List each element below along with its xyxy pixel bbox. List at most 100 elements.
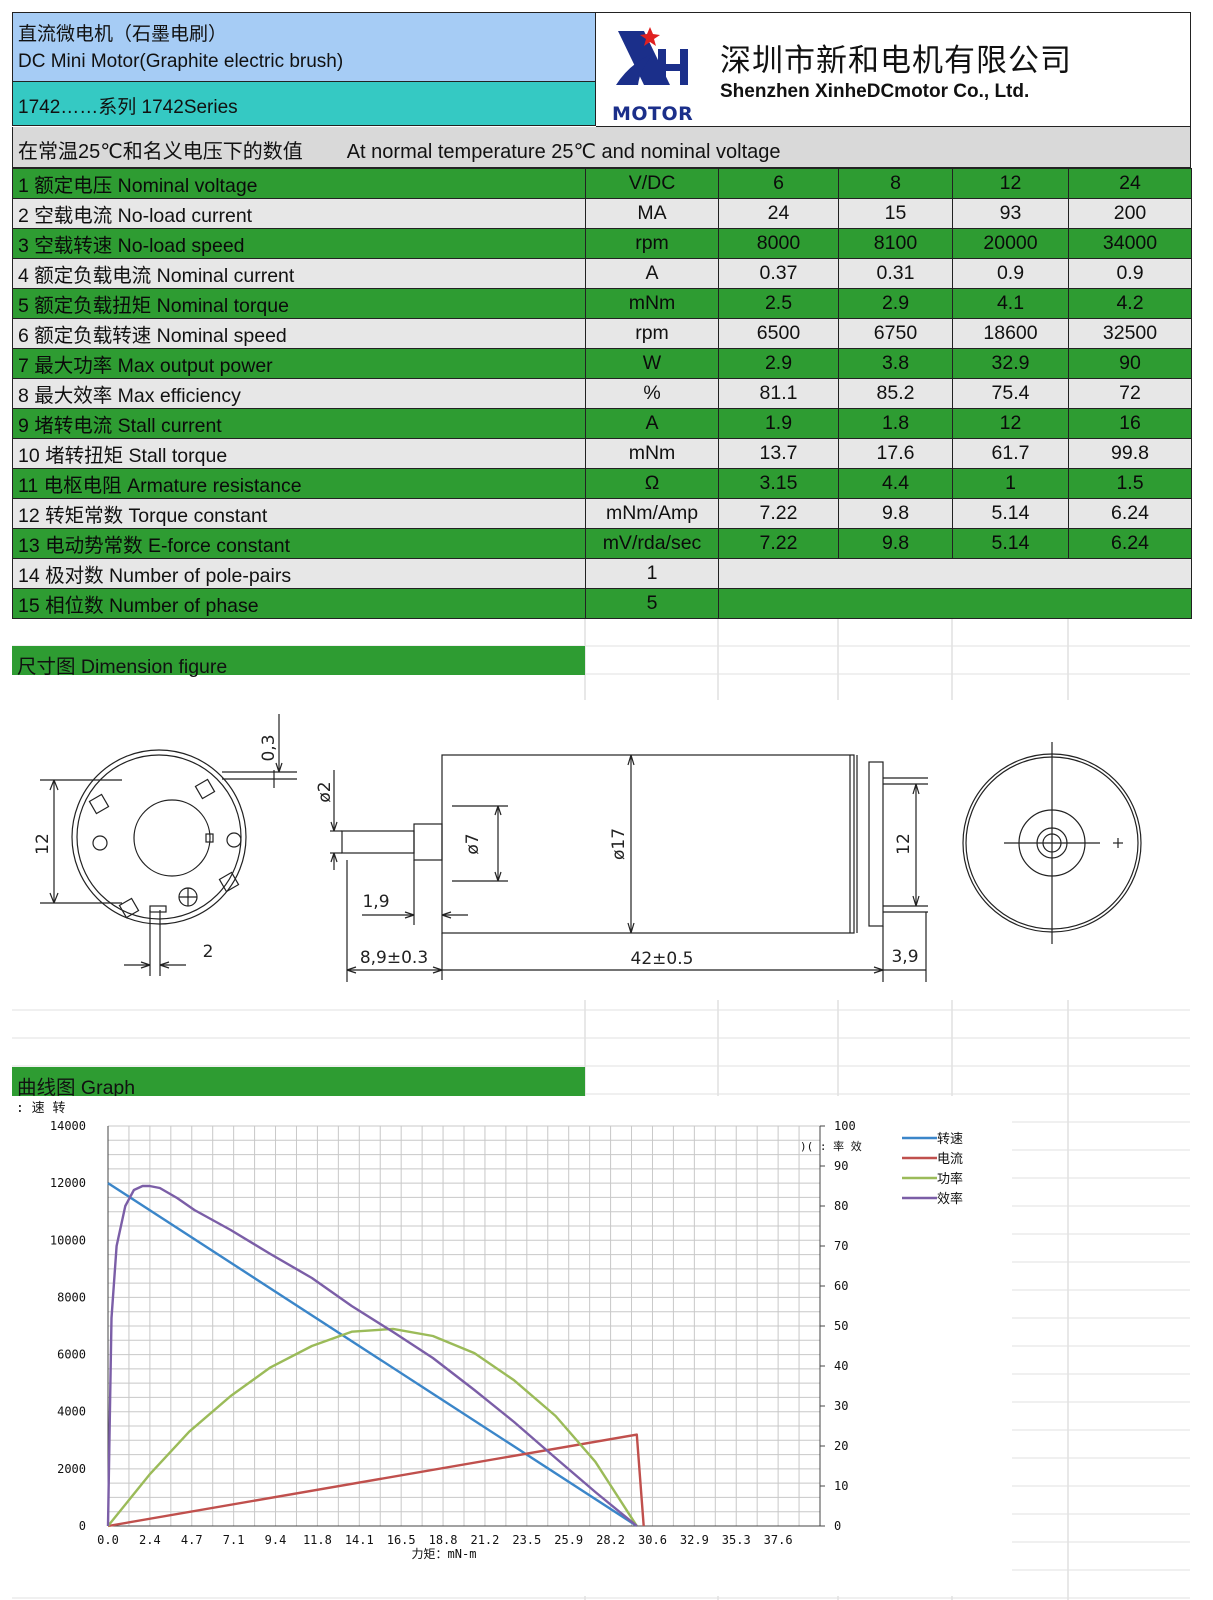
spec-value: 2.5 <box>718 288 839 319</box>
spec-unit: 1 <box>585 558 719 589</box>
title-cn: 直流微电机（石墨电刷） <box>18 24 228 45</box>
legend-label: 电流 <box>937 1152 963 1167</box>
spec-label: 6 额定负载转速 Nominal speed <box>12 318 586 349</box>
y-tick-label: 0 <box>79 1519 86 1533</box>
spec-row: 15 相位数 Number of phase 5 <box>12 588 1192 619</box>
dimension-section-title: 尺寸图 Dimension figure <box>12 646 585 678</box>
y2-tick-label: 20 <box>834 1439 848 1453</box>
spec-value: 93 <box>952 198 1069 229</box>
x-tick-label: 4.7 <box>181 1533 203 1547</box>
spec-unit: A <box>585 258 719 289</box>
spec-value: 7.22 <box>718 528 839 559</box>
spec-row: 9 堵转电流 Stall current A 1.9 1.8 12 16 <box>12 408 1192 439</box>
spec-value: 4.4 <box>838 468 953 499</box>
spec-value: 7.22 <box>718 498 839 529</box>
spec-value: 4.1 <box>952 288 1069 319</box>
y2-tick-label: 0 <box>834 1519 841 1533</box>
x-tick-label: 21.2 <box>470 1533 499 1547</box>
right-axis-title: )( : 率 效 <box>800 1139 862 1153</box>
spec-value: 8100 <box>838 228 953 259</box>
spec-value: 34000 <box>1068 228 1192 259</box>
spec-value: 9.8 <box>838 498 953 529</box>
dim-12-front: 12 <box>33 833 53 855</box>
x-tick-label: 25.9 <box>554 1533 583 1547</box>
spec-unit: % <box>585 378 719 409</box>
spec-value: 15 <box>838 198 953 229</box>
conditions-en: At normal temperature 25℃ and nominal vo… <box>346 141 781 163</box>
legend-label: 功率 <box>937 1171 963 1187</box>
spec-table: 1 额定电压 Nominal voltage V/DC 6 8 12 24 2 空载电流 N… <box>12 168 1192 619</box>
spec-unit: rpm <box>585 228 719 259</box>
spec-value: 20000 <box>952 228 1069 259</box>
spec-value: 72 <box>1068 378 1192 409</box>
spec-row: 4 额定负载电流 Nominal current A 0.37 0.31 0.9 0.9 <box>12 258 1192 289</box>
dim-1-9: 1,9 <box>362 892 389 912</box>
x-tick-label: 28.2 <box>596 1533 625 1547</box>
spec-value: 1.9 <box>718 408 839 439</box>
xh-logo-icon <box>616 27 688 85</box>
rear-view <box>962 742 1142 944</box>
spec-unit: W <box>585 348 719 379</box>
spec-value: 3.15 <box>718 468 839 499</box>
spec-empty-cell <box>718 588 1192 619</box>
y-tick-label: 8000 <box>57 1290 86 1304</box>
y2-tick-label: 10 <box>834 1479 848 1493</box>
spec-value: 8 <box>838 168 953 199</box>
spec-unit: A <box>585 408 719 439</box>
y-tick-label: 6000 <box>57 1348 86 1362</box>
spec-label: 14 极对数 Number of pole-pairs <box>12 558 586 589</box>
dim-2-slot: 2 <box>203 942 214 962</box>
x-tick-label: 11.8 <box>303 1533 332 1547</box>
header-left: 直流微电机（石墨电刷） DC Mini Motor(Graphite elect… <box>12 12 596 126</box>
spec-value: 81.1 <box>718 378 839 409</box>
dim-0-3: 0,3 <box>259 734 279 761</box>
spec-row: 7 最大功率 Max output power W 2.9 3.8 32.9 90 <box>12 348 1192 379</box>
spec-unit: mV/rda/sec <box>585 528 719 559</box>
spec-value: 1 <box>952 468 1069 499</box>
title-en: DC Mini Motor(Graphite electric brush) <box>18 51 344 72</box>
spec-label: 5 额定负载扭矩 Nominal torque <box>12 288 586 319</box>
spec-value: 85.2 <box>838 378 953 409</box>
y2-tick-label: 60 <box>834 1279 848 1293</box>
x-axis-title: 力矩：mN-m <box>412 1547 477 1561</box>
spec-value: 12 <box>952 408 1069 439</box>
spec-value: 1.8 <box>838 408 953 439</box>
spec-value: 5.14 <box>952 498 1069 529</box>
spec-label: 11 电枢电阻 Armature resistance <box>12 468 586 499</box>
spec-row: 1 额定电压 Nominal voltage V/DC 6 8 12 24 <box>12 168 1192 199</box>
spec-value: 0.9 <box>1068 258 1192 289</box>
spec-value: 75.4 <box>952 378 1069 409</box>
spec-value: 18600 <box>952 318 1069 349</box>
y2-tick-label: 30 <box>834 1399 848 1413</box>
spec-value: 90 <box>1068 348 1192 379</box>
x-tick-label: 9.4 <box>265 1533 287 1547</box>
spec-row: 11 电枢电阻 Armature resistance Ω 3.15 4.4 1 1.5 <box>12 468 1192 499</box>
spec-value: 6500 <box>718 318 839 349</box>
spec-unit: Ω <box>585 468 719 499</box>
spec-empty-cell <box>718 558 1192 589</box>
spec-value: 0.31 <box>838 258 953 289</box>
legend-label: 转速 <box>937 1132 963 1147</box>
spec-value: 0.9 <box>952 258 1069 289</box>
dim-boss-dia: ø7 <box>463 833 483 854</box>
spec-row: 6 额定负载转速 Nominal speed rpm 6500 6750 18600 32… <box>12 318 1192 349</box>
y2-tick-label: 40 <box>834 1359 848 1373</box>
spec-value: 3.8 <box>838 348 953 379</box>
title-cell: 直流微电机（石墨电刷） DC Mini Motor(Graphite elect… <box>12 12 596 82</box>
spec-unit: rpm <box>585 318 719 349</box>
spec-unit: mNm/Amp <box>585 498 719 529</box>
dim-3-9: 3,9 <box>891 947 918 967</box>
x-tick-label: 23.5 <box>512 1533 541 1547</box>
spec-unit: mNm <box>585 288 719 319</box>
series-cell: 1742……系列 1742Series <box>12 82 596 126</box>
spec-value: 0.37 <box>718 258 839 289</box>
spec-label: 10 堵转扭矩 Stall torque <box>12 438 586 469</box>
x-tick-label: 30.6 <box>638 1533 667 1547</box>
spec-value: 2.9 <box>838 288 953 319</box>
y2-tick-label: 100 <box>834 1119 856 1133</box>
y-tick-label: 2000 <box>57 1462 86 1476</box>
spec-value: 200 <box>1068 198 1192 229</box>
spec-value: 16 <box>1068 408 1192 439</box>
spec-value: 8000 <box>718 228 839 259</box>
spec-value: 24 <box>1068 168 1192 199</box>
